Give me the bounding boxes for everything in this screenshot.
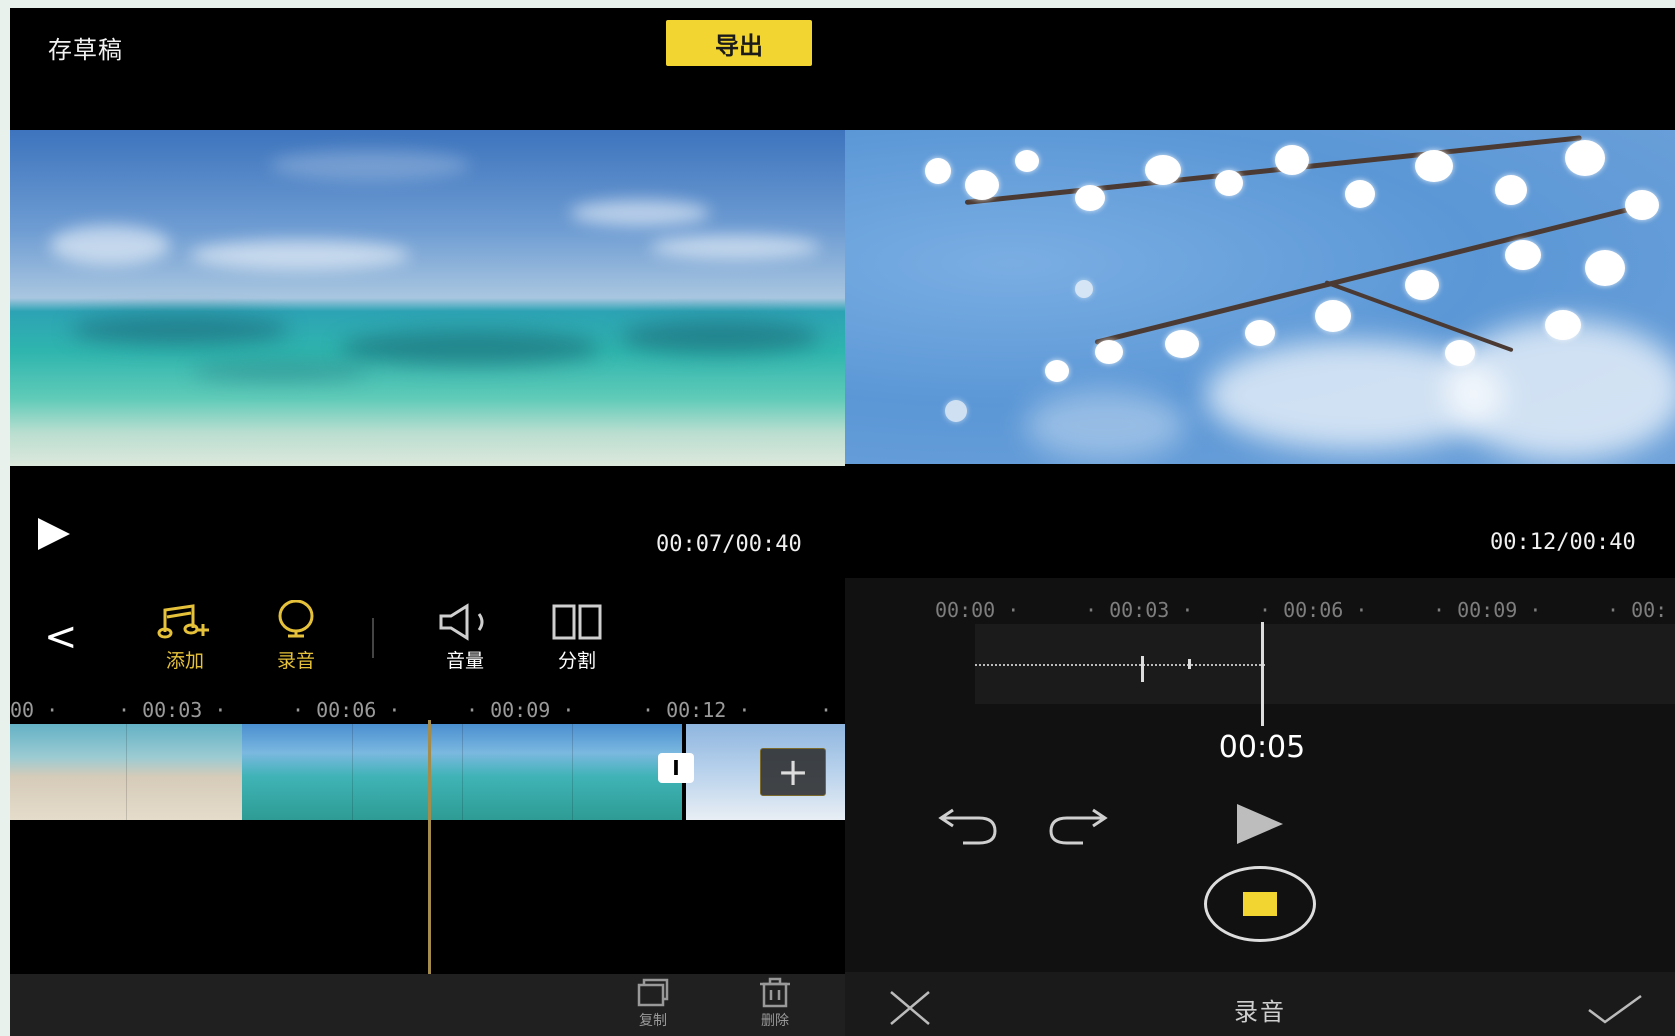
- undo-button[interactable]: [935, 798, 1001, 852]
- ruler-tick-label: · 00:03 ·: [1085, 598, 1194, 622]
- play-icon[interactable]: [1237, 804, 1283, 844]
- copy-icon: [637, 978, 669, 1007]
- export-button[interactable]: 导出: [666, 20, 812, 66]
- timecode: 00:12/00:40: [1490, 530, 1636, 555]
- timeline-playhead[interactable]: [1261, 622, 1264, 726]
- current-time: 00:05: [1218, 730, 1306, 765]
- ruler-tick-label: · 00:12 ·: [642, 698, 751, 722]
- timeline-clip-beach[interactable]: [10, 724, 242, 820]
- ruler-tick-label: 00:00 ·: [935, 598, 1020, 622]
- copy-button[interactable]: 复制: [620, 976, 686, 1030]
- confirm-button[interactable]: [1585, 992, 1645, 1030]
- video-preview-beach: [10, 130, 845, 466]
- tool-split[interactable]: 分割: [537, 602, 617, 673]
- save-draft-button[interactable]: 存草稿: [48, 30, 123, 65]
- record-stop-button[interactable]: [1204, 866, 1316, 942]
- close-icon: [890, 991, 930, 1025]
- tool-label: 录音: [276, 650, 315, 672]
- timeline-clip-sea[interactable]: [242, 724, 682, 820]
- tool-add-music[interactable]: 添加: [145, 602, 225, 673]
- editor-screen-left: 存草稿 导出 00:07/00:40 < 添加 录音 音量 分割 00 · · …: [10, 8, 845, 1036]
- microphone-icon: [278, 600, 314, 638]
- ruler-tick-label: 00 ·: [10, 698, 59, 722]
- tool-label: 添加: [165, 650, 204, 672]
- cancel-button[interactable]: [887, 988, 933, 1032]
- tool-label: 分割: [557, 650, 596, 672]
- ruler-tick-label: · 00:06 ·: [292, 698, 401, 722]
- redo-icon: [1049, 808, 1108, 845]
- stop-icon: [1243, 892, 1277, 916]
- split-icon: [552, 604, 602, 640]
- tool-record[interactable]: 录音: [256, 600, 336, 673]
- ruler-tick-label: · 00:09 ·: [1433, 598, 1542, 622]
- tool-volume[interactable]: 音量: [425, 602, 505, 673]
- ruler-tick-label: · 00:03 ·: [118, 698, 227, 722]
- back-chevron-icon[interactable]: <: [44, 614, 78, 660]
- undo-icon: [938, 808, 997, 845]
- copy-label: 复制: [639, 1013, 667, 1029]
- bottom-action-bar: 复制 删除: [10, 974, 845, 1036]
- timecode: 00:07/00:40: [656, 532, 802, 557]
- toolbar-divider: [372, 618, 374, 658]
- waveform-peak: [1141, 656, 1144, 682]
- ruler-tick-label: · 00:: [1607, 598, 1668, 622]
- redo-button[interactable]: [1045, 798, 1111, 852]
- transition-marker[interactable]: I: [658, 753, 694, 783]
- delete-button[interactable]: 删除: [742, 976, 808, 1030]
- delete-label: 删除: [761, 1013, 789, 1029]
- timeline-playhead[interactable]: [428, 720, 431, 978]
- audio-waveform: [975, 664, 1265, 666]
- video-preview-blossom: [845, 130, 1675, 464]
- waveform-peak: [1188, 659, 1191, 669]
- add-clip-button[interactable]: +: [760, 748, 826, 796]
- music-add-icon: [157, 604, 209, 639]
- timeline-ruler: 00:00 · · 00:03 · · 00:06 · · 00:09 · · …: [845, 598, 1675, 624]
- ruler-tick-label: · 00:09 ·: [466, 698, 575, 722]
- volume-icon: [439, 603, 484, 641]
- check-icon: [1588, 994, 1642, 1024]
- tool-label: 音量: [445, 650, 484, 672]
- ruler-tick-label: · 00:06 ·: [1259, 598, 1368, 622]
- page-title: 录音: [1234, 998, 1286, 1026]
- delete-icon: [760, 977, 790, 1008]
- play-icon[interactable]: [38, 518, 70, 550]
- recording-screen-right: 00:12/00:40 00:00 · · 00:03 · · 00:06 · …: [845, 8, 1675, 1036]
- ruler-tick-label: ·: [820, 698, 833, 722]
